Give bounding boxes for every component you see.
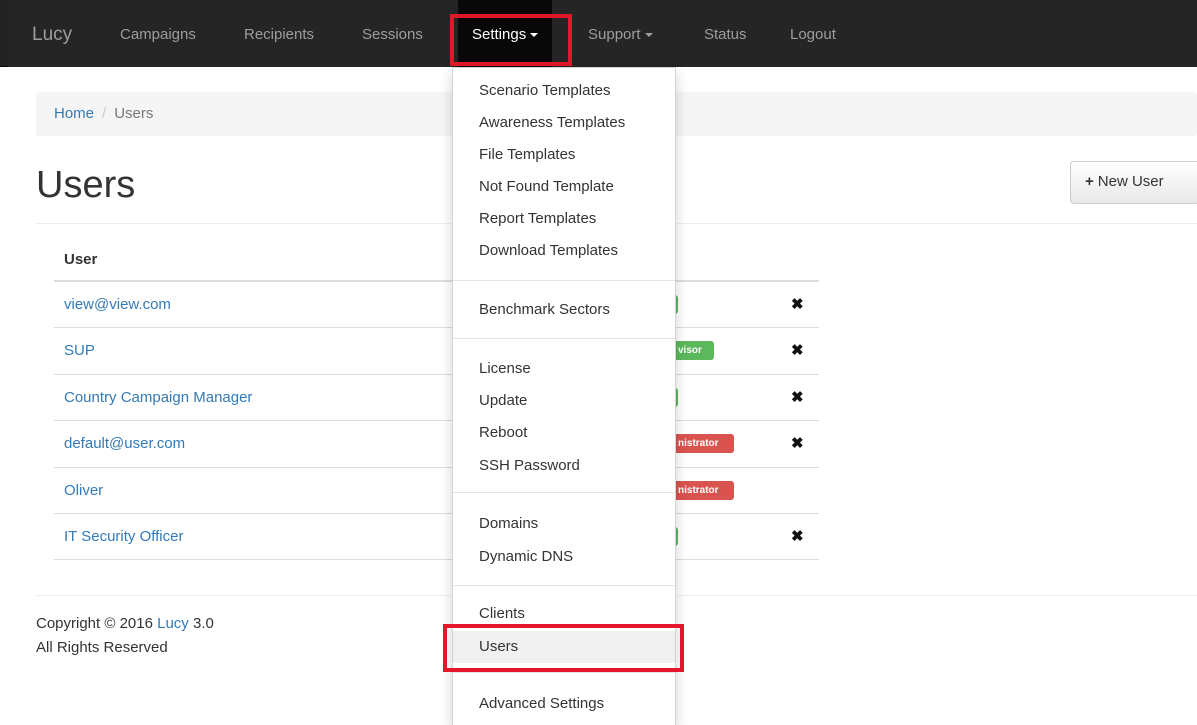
- menu-item-file-templates[interactable]: File Templates: [479, 146, 575, 163]
- menu-item-report-templates[interactable]: Report Templates: [479, 210, 596, 227]
- menu-divider: [453, 585, 675, 586]
- column-header-user: User: [64, 251, 98, 268]
- menu-divider: [453, 280, 675, 281]
- menu-item-update[interactable]: Update: [479, 392, 527, 409]
- menu-item-benchmark-sectors[interactable]: Benchmark Sectors: [479, 301, 610, 318]
- plus-icon: +: [1085, 173, 1094, 190]
- menu-item-clients[interactable]: Clients: [479, 605, 525, 622]
- menu-item-awareness-templates[interactable]: Awareness Templates: [479, 114, 625, 131]
- delete-icon[interactable]: ✖: [791, 295, 804, 313]
- menu-item-license[interactable]: License: [479, 360, 531, 377]
- delete-icon[interactable]: ✖: [791, 434, 804, 452]
- role-badge: visor: [672, 341, 714, 361]
- table-row: Country Campaign Manager ✖: [54, 375, 819, 422]
- breadcrumb-separator: /: [102, 105, 107, 122]
- footer-version: 3.0: [192, 615, 214, 632]
- top-navbar: Lucy Campaigns Recipients Sessions Setti…: [0, 0, 1197, 67]
- new-user-button[interactable]: + New User: [1070, 161, 1197, 204]
- menu-divider: [453, 492, 675, 493]
- footer: Copyright © 2016 Lucy 3.0 All Rights Res…: [36, 612, 214, 660]
- nav-sessions[interactable]: Sessions: [362, 26, 423, 43]
- table-row: SUP visor ✖: [54, 328, 819, 375]
- user-link[interactable]: Country Campaign Manager: [64, 389, 252, 406]
- table-row: Oliver nistrator: [54, 468, 819, 514]
- table-row: view@view.com ✖: [54, 282, 819, 329]
- nav-support-dropdown[interactable]: Support: [588, 26, 653, 43]
- menu-item-advanced-settings[interactable]: Advanced Settings: [479, 695, 604, 712]
- user-link[interactable]: Oliver: [64, 482, 103, 499]
- user-link[interactable]: default@user.com: [64, 435, 185, 452]
- nav-logout[interactable]: Logout: [790, 26, 836, 43]
- table-header: User: [54, 236, 819, 282]
- footer-copyright: Copyright © 2016: [36, 615, 153, 632]
- delete-icon[interactable]: ✖: [791, 527, 804, 545]
- menu-item-users[interactable]: Users: [479, 638, 518, 655]
- users-table: User view@view.com ✖ SUP visor ✖ Country…: [54, 236, 819, 561]
- new-user-button-label: New User: [1097, 173, 1164, 190]
- role-badge: nistrator: [672, 480, 734, 500]
- delete-icon[interactable]: ✖: [791, 388, 804, 406]
- footer-copyright-line: Copyright © 2016 Lucy 3.0: [36, 612, 214, 636]
- brand-logo[interactable]: Lucy: [32, 24, 72, 46]
- footer-rights: All Rights Reserved: [36, 639, 168, 656]
- user-link[interactable]: IT Security Officer: [64, 528, 183, 545]
- nav-settings-label: Settings: [472, 26, 527, 43]
- role-badge: nistrator: [672, 434, 734, 454]
- menu-item-dynamic-dns[interactable]: Dynamic DNS: [479, 548, 573, 565]
- menu-item-ssh-password[interactable]: SSH Password: [479, 457, 580, 474]
- nav-support-label: Support: [588, 26, 641, 43]
- user-link[interactable]: SUP: [64, 342, 95, 359]
- menu-divider: [453, 338, 675, 339]
- menu-divider: [453, 672, 675, 673]
- table-row: IT Security Officer ✖: [54, 514, 819, 561]
- menu-item-domains[interactable]: Domains: [479, 515, 538, 532]
- footer-lucy-link[interactable]: Lucy: [157, 615, 189, 632]
- menu-item-reboot[interactable]: Reboot: [479, 424, 527, 441]
- menu-item-download-templates[interactable]: Download Templates: [479, 242, 618, 259]
- delete-icon[interactable]: ✖: [791, 341, 804, 359]
- nav-status[interactable]: Status: [704, 26, 747, 43]
- user-link[interactable]: view@view.com: [64, 296, 171, 313]
- breadcrumb-home-link[interactable]: Home: [54, 105, 94, 122]
- caret-down-icon: [530, 33, 539, 38]
- nav-campaigns[interactable]: Campaigns: [120, 26, 196, 43]
- breadcrumb-current: Users: [114, 105, 154, 122]
- table-row: default@user.com nistrator ✖: [54, 421, 819, 468]
- caret-down-icon: [644, 33, 653, 38]
- nav-recipients[interactable]: Recipients: [244, 26, 314, 43]
- menu-item-scenario-templates[interactable]: Scenario Templates: [479, 82, 610, 99]
- nav-settings-dropdown[interactable]: Settings: [458, 0, 553, 67]
- menu-item-not-found-template[interactable]: Not Found Template: [479, 178, 614, 195]
- settings-dropdown-menu: Scenario Templates Awareness Templates F…: [452, 67, 676, 725]
- page-title: Users: [36, 164, 136, 206]
